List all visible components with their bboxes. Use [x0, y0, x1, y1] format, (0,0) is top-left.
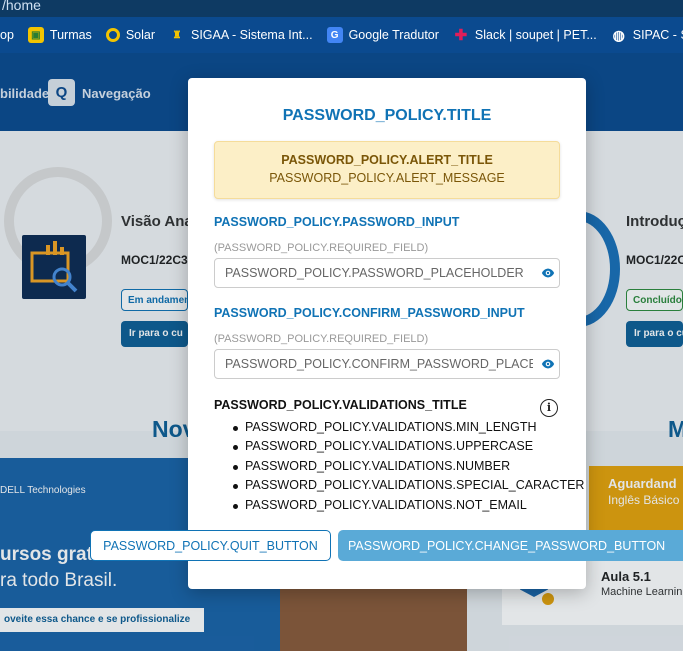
bookmark-app[interactable]: op — [0, 17, 14, 53]
confirm-password-field[interactable] — [214, 349, 560, 379]
alert-box: PASSWORD_POLICY.ALERT_TITLE PASSWORD_POL… — [214, 141, 560, 199]
confirm-password-required-hint: (PASSWORD_POLICY.REQUIRED_FIELD) — [214, 333, 429, 345]
bookmark-google-tradutor[interactable]: G Google Tradutor — [326, 17, 439, 53]
bookmark-label: SIPAC - Sis — [632, 28, 683, 42]
show-confirm-password-icon[interactable] — [541, 357, 555, 371]
bookmark-label: Turmas — [49, 28, 92, 42]
bookmark-turmas[interactable]: ▣ Turmas — [27, 17, 92, 53]
address-bar[interactable]: /home — [0, 0, 683, 17]
bookmark-label: op — [0, 28, 14, 42]
password-required-hint: (PASSWORD_POLICY.REQUIRED_FIELD) — [214, 242, 429, 254]
validation-item: PASSWORD_POLICY.VALIDATIONS.NUMBER — [232, 459, 584, 478]
alert-title: PASSWORD_POLICY.ALERT_TITLE — [281, 153, 493, 167]
classroom-icon: ▣ — [27, 27, 44, 43]
sigaa-crest-icon: ♜ — [172, 29, 182, 41]
bookmark-solar[interactable]: Solar — [105, 17, 155, 53]
bookmark-label: Slack | soupet | PET... — [474, 28, 597, 42]
bookmark-slack[interactable]: ✚ Slack | soupet | PET... — [453, 17, 597, 53]
bookmark-label: Google Tradutor — [348, 28, 439, 42]
bookmark-sipac[interactable]: ◍ SIPAC - Sis — [611, 17, 683, 53]
change-password-button[interactable]: PASSWORD_POLICY.CHANGE_PASSWORD_BUTTON — [338, 530, 683, 561]
dialog-title: PASSWORD_POLICY.TITLE — [282, 107, 492, 124]
validation-item: PASSWORD_POLICY.VALIDATIONS.UPPERCASE — [232, 439, 584, 458]
validation-item: PASSWORD_POLICY.VALIDATIONS.MIN_LENGTH — [232, 420, 584, 439]
solar-icon — [105, 28, 120, 42]
translate-icon: G — [326, 27, 343, 43]
validations-title: PASSWORD_POLICY.VALIDATIONS_TITLE — [214, 398, 467, 412]
password-field[interactable] — [214, 258, 560, 288]
info-icon[interactable]: i — [540, 399, 558, 417]
globe-icon: ◍ — [612, 26, 625, 43]
slack-icon: ✚ — [454, 27, 468, 44]
url-text: /home — [2, 0, 41, 13]
show-password-icon[interactable] — [541, 266, 555, 280]
password-input[interactable] — [215, 259, 533, 287]
quit-button[interactable]: PASSWORD_POLICY.QUIT_BUTTON — [90, 530, 331, 561]
bookmarks-bar: op ▣ Turmas Solar ♜ SIGAA - Sistema Int.… — [0, 17, 683, 53]
password-label: PASSWORD_POLICY.PASSWORD_INPUT — [214, 215, 460, 229]
validations-list: PASSWORD_POLICY.VALIDATIONS.MIN_LENGTH P… — [232, 420, 584, 517]
validation-item: PASSWORD_POLICY.VALIDATIONS.NOT_EMAIL — [232, 498, 584, 517]
bookmark-label: Solar — [125, 28, 155, 42]
password-policy-dialog: PASSWORD_POLICY.TITLE PASSWORD_POLICY.AL… — [188, 78, 586, 589]
confirm-password-input[interactable] — [215, 350, 533, 378]
bookmark-sigaa[interactable]: ♜ SIGAA - Sistema Int... — [169, 17, 313, 53]
alert-message: PASSWORD_POLICY.ALERT_MESSAGE — [269, 171, 505, 185]
bookmark-label: SIGAA - Sistema Int... — [191, 28, 313, 42]
validation-item: PASSWORD_POLICY.VALIDATIONS.SPECIAL_CARA… — [232, 478, 584, 497]
confirm-password-label: PASSWORD_POLICY.CONFIRM_PASSWORD_INPUT — [214, 306, 525, 320]
